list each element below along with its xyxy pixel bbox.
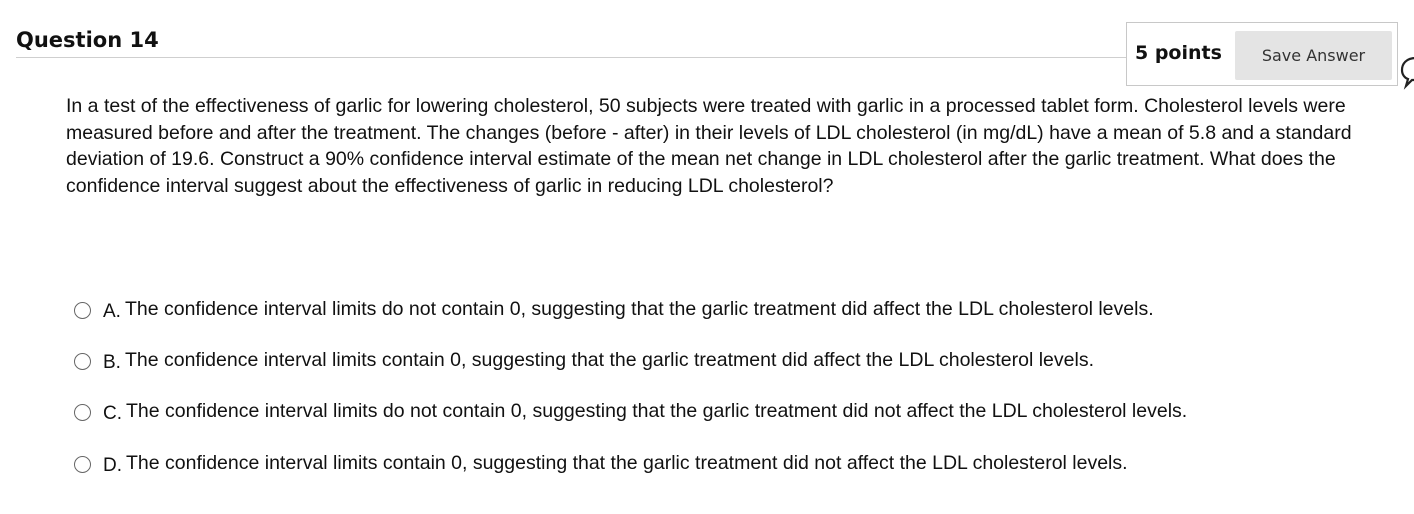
option-a[interactable]: A. The confidence interval limits do not… [74, 294, 1154, 324]
option-d[interactable]: D. The confidence interval limits contai… [74, 448, 1128, 478]
option-text: The confidence interval limits contain 0… [124, 348, 1094, 371]
option-letter: D. [103, 455, 122, 476]
points-panel: 5 points Save Answer [1126, 22, 1398, 86]
option-letter: C. [103, 403, 122, 424]
option-text: The confidence interval limits contain 0… [126, 451, 1128, 474]
radio-unselected-icon[interactable] [74, 353, 91, 370]
header-divider [16, 57, 1128, 58]
chat-bubble-icon[interactable] [1398, 54, 1414, 92]
option-c[interactable]: C. The confidence interval limits do not… [74, 396, 1187, 426]
option-letter: A. [103, 301, 121, 322]
question-title: Question 14 [16, 28, 159, 52]
radio-unselected-icon[interactable] [74, 404, 91, 421]
radio-unselected-icon[interactable] [74, 456, 91, 473]
radio-unselected-icon[interactable] [74, 302, 91, 319]
question-text: In a test of the effectiveness of garlic… [66, 95, 1352, 197]
save-answer-button[interactable]: Save Answer [1235, 31, 1392, 80]
option-text: The confidence interval limits do not co… [126, 399, 1188, 422]
option-text: The confidence interval limits do not co… [124, 297, 1154, 320]
points-label: 5 points [1135, 42, 1222, 64]
question-page: Question 14 5 points Save Answer In a te… [0, 0, 1414, 514]
option-letter: B. [103, 352, 121, 373]
option-b[interactable]: B. The confidence interval limits contai… [74, 345, 1094, 375]
